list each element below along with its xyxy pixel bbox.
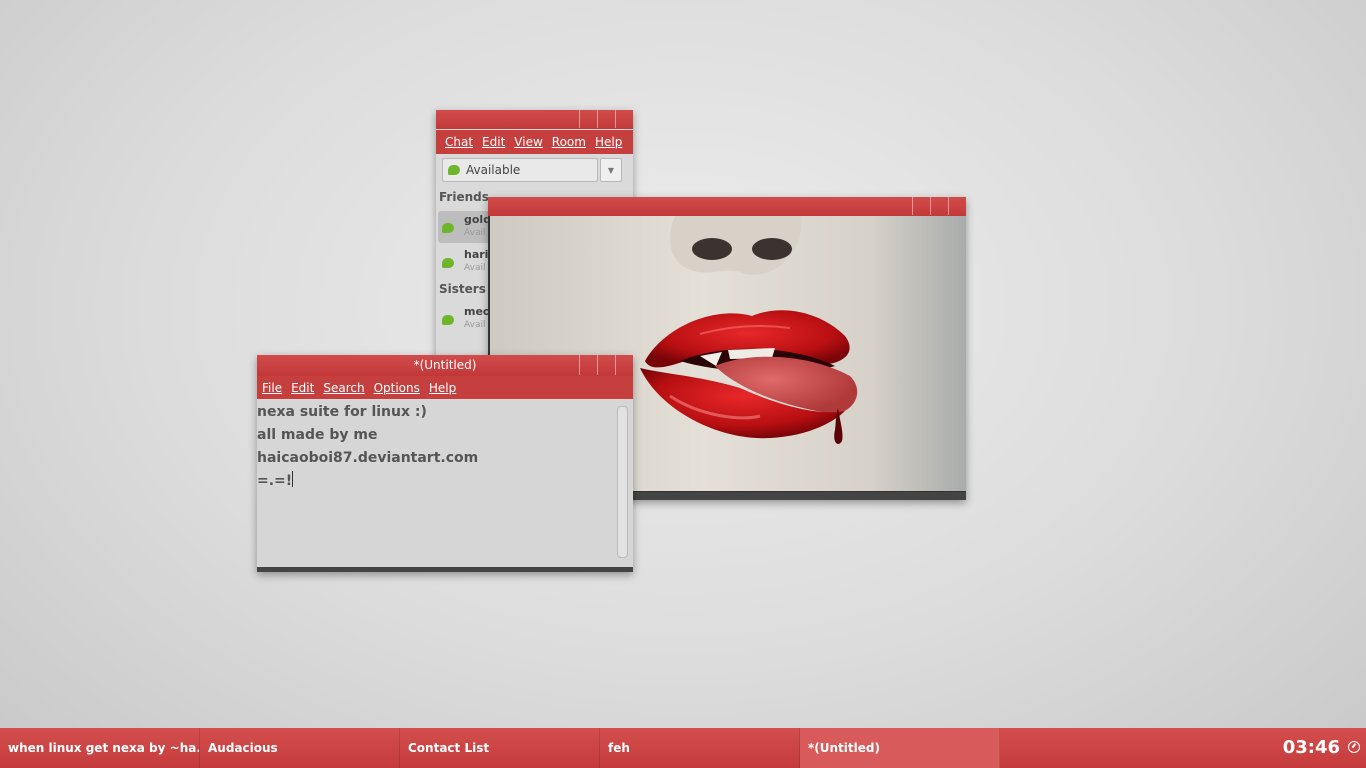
- clock-icon: [1348, 741, 1360, 753]
- task-button-active[interactable]: *(Untitled): [800, 728, 1000, 768]
- text-line: =.=!: [257, 473, 293, 489]
- menu-edit[interactable]: Edit: [482, 135, 505, 149]
- menu-view[interactable]: View: [514, 135, 542, 149]
- chat-bubble-icon: [442, 258, 454, 268]
- task-button[interactable]: Contact List: [400, 728, 600, 768]
- menu-search[interactable]: Search: [323, 381, 364, 395]
- menu-room[interactable]: Room: [552, 135, 586, 149]
- buddy-name: meo: [464, 305, 491, 318]
- status-dropdown[interactable]: Available: [442, 158, 598, 182]
- task-button[interactable]: Audacious: [200, 728, 400, 768]
- menu-edit[interactable]: Edit: [291, 381, 314, 395]
- text-editor-menubar: File Edit Search Options Help: [257, 376, 633, 399]
- buddy-status: Avail: [464, 228, 486, 238]
- text-line-current: =.=!: [257, 470, 607, 493]
- close-icon[interactable]: [615, 110, 633, 128]
- image-viewer-titlebar[interactable]: [488, 197, 966, 216]
- maximize-icon[interactable]: [597, 110, 615, 128]
- chat-bubble-icon: [442, 315, 454, 325]
- group-friends[interactable]: Friends: [439, 190, 489, 204]
- close-icon[interactable]: [615, 355, 633, 375]
- vertical-scrollbar[interactable]: [617, 406, 628, 558]
- text-editor-window: *(Untitled) File Edit Search Options Hel…: [257, 355, 633, 572]
- text-line: nexa suite for linux :): [257, 404, 427, 420]
- contact-list-titlebar[interactable]: [436, 110, 633, 129]
- menu-chat[interactable]: Chat: [445, 135, 473, 149]
- task-button[interactable]: when linux get nexa by ~ha...: [0, 728, 200, 768]
- maximize-icon[interactable]: [930, 197, 948, 215]
- maximize-icon[interactable]: [597, 355, 615, 375]
- text-caret: [292, 471, 294, 487]
- group-sisters[interactable]: Sisters: [439, 282, 486, 296]
- chat-bubble-icon: [442, 223, 454, 233]
- text-line: haicaoboi87.deviantart.com: [257, 450, 479, 466]
- text-editor-titlebar[interactable]: *(Untitled): [257, 355, 633, 376]
- minimize-icon[interactable]: [579, 355, 597, 375]
- contact-list-menubar: Chat Edit View Room Help: [436, 130, 633, 154]
- minimize-icon[interactable]: [579, 110, 597, 128]
- clock: 03:46: [1282, 737, 1340, 758]
- chevron-down-icon[interactable]: ▼: [600, 158, 622, 182]
- taskbar: when linux get nexa by ~ha... Audacious …: [0, 728, 1366, 768]
- menu-file[interactable]: File: [262, 381, 282, 395]
- status-label: Available: [466, 163, 521, 177]
- chat-bubble-icon: [448, 165, 460, 175]
- menu-help[interactable]: Help: [429, 381, 456, 395]
- text-editor-footer: [257, 567, 633, 572]
- close-icon[interactable]: [948, 197, 966, 215]
- minimize-icon[interactable]: [912, 197, 930, 215]
- buddy-status: Avail: [464, 263, 486, 273]
- text-area[interactable]: nexa suite for linux :) all made by me h…: [257, 401, 607, 493]
- text-line: all made by me: [257, 427, 378, 443]
- menu-help[interactable]: Help: [595, 135, 622, 149]
- status-selector[interactable]: Available ▼: [442, 158, 622, 182]
- task-button[interactable]: feh: [600, 728, 800, 768]
- menu-options[interactable]: Options: [374, 381, 420, 395]
- window-title: *(Untitled): [413, 358, 477, 372]
- buddy-status: Avail: [464, 320, 486, 330]
